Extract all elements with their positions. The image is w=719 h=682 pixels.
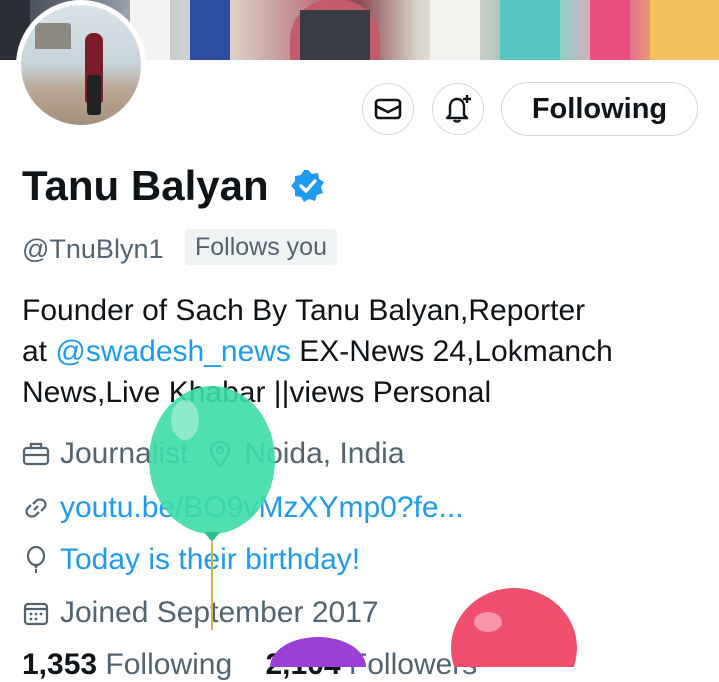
- purple-balloon: [270, 637, 366, 667]
- birthday-balloons-overlay: [149, 386, 577, 667]
- pink-balloon: [451, 588, 577, 667]
- green-balloon: [149, 386, 275, 630]
